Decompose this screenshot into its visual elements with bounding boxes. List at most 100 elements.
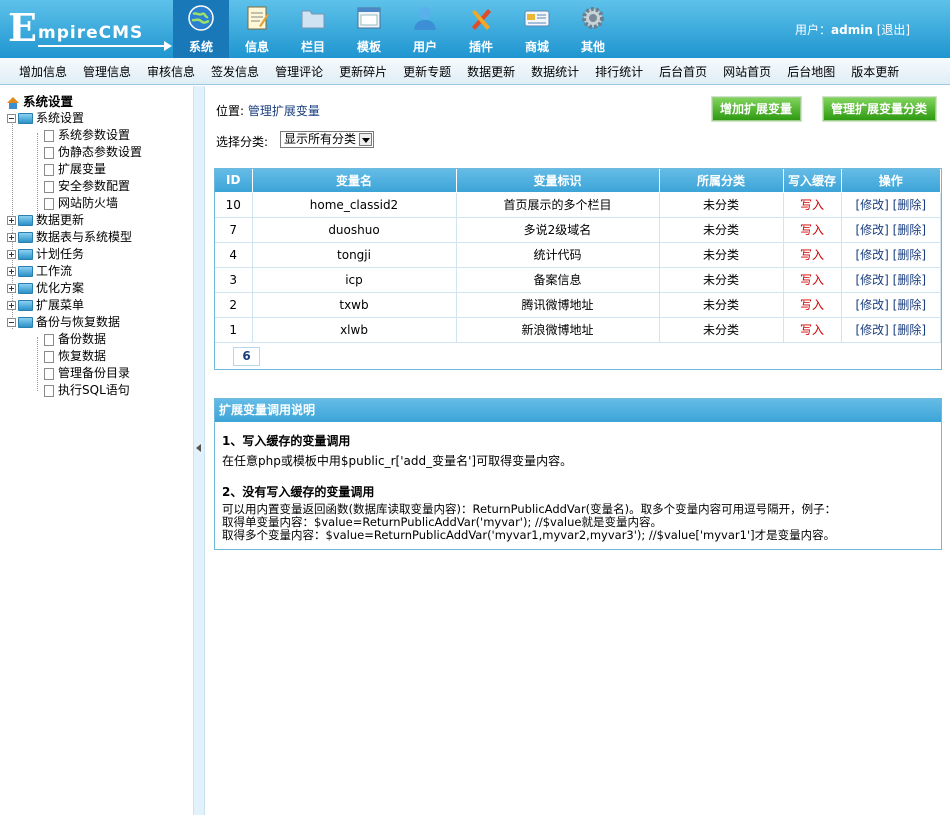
delete-link[interactable]: [删除]	[893, 298, 926, 312]
subnav-data-update[interactable]: 数据更新	[467, 63, 515, 80]
plus-icon[interactable]	[7, 301, 16, 310]
tree-item-sql[interactable]: 执行SQL语句	[7, 382, 193, 399]
delete-link[interactable]: [删除]	[893, 248, 926, 262]
sub-nav: 增加信息 管理信息 审核信息 签发信息 管理评论 更新碎片 更新专题 数据更新 …	[0, 58, 950, 85]
subnav-site-home[interactable]: 网站首页	[723, 63, 771, 80]
page-icon	[44, 333, 54, 346]
tree-item-backup-dir[interactable]: 管理备份目录	[7, 365, 193, 382]
add-variable-button[interactable]: 增加扩展变量	[711, 96, 802, 122]
subnav-add-info[interactable]: 增加信息	[19, 63, 67, 80]
tree-item-backup[interactable]: 备份数据	[7, 331, 193, 348]
nav-system[interactable]: 系统	[173, 0, 229, 58]
edit-link[interactable]: [修改]	[855, 273, 888, 287]
tree-node-system[interactable]: 系统设置	[7, 110, 193, 127]
cell-label: 多说2级域名	[456, 217, 660, 243]
tree-node-optimize[interactable]: 优化方案	[7, 280, 193, 297]
subnav-rank-stats[interactable]: 排行统计	[595, 63, 643, 80]
nav-other[interactable]: 其他	[565, 0, 621, 58]
subnav-admin-map[interactable]: 后台地图	[787, 63, 835, 80]
tree-node-label: 数据表与系统模型	[36, 230, 133, 244]
logo-text: mpireCMS	[38, 23, 144, 43]
tree-item-label: 系统参数设置	[58, 128, 131, 142]
tree-root-label: 系统设置	[23, 94, 74, 109]
user-box: 用户：admin [退出]	[795, 21, 910, 38]
subnav-data-stats[interactable]: 数据统计	[531, 63, 579, 80]
subnav-admin-home[interactable]: 后台首页	[659, 63, 707, 80]
tree-node-label: 优化方案	[36, 281, 85, 295]
tree-item-restore[interactable]: 恢复数据	[7, 348, 193, 365]
tree-node-ext-menu[interactable]: 扩展菜单	[7, 297, 193, 314]
logo[interactable]: E mpireCMS	[8, 5, 172, 51]
plus-icon[interactable]	[7, 284, 16, 293]
plus-icon[interactable]	[7, 216, 16, 225]
col-cache: 写入缓存	[783, 169, 842, 193]
chevron-down-icon[interactable]	[359, 133, 372, 146]
subnav-update-topic[interactable]: 更新专题	[403, 63, 451, 80]
help-heading-2: 2、没有写入缓存的变量调用	[222, 485, 375, 499]
subnav-manage-info[interactable]: 管理信息	[83, 63, 131, 80]
edit-link[interactable]: [修改]	[855, 323, 888, 337]
tree-node-backup[interactable]: 备份与恢复数据	[7, 314, 193, 331]
category-select-value: 显示所有分类	[284, 132, 357, 146]
subnav-review-info[interactable]: 审核信息	[147, 63, 195, 80]
table-row: 7 duoshuo 多说2级域名 未分类 写入 [修改] [删除]	[215, 217, 941, 243]
tree-node-data-update[interactable]: 数据更新	[7, 212, 193, 229]
delete-link[interactable]: [删除]	[893, 223, 926, 237]
tree-item-system-params[interactable]: 系统参数设置	[7, 127, 193, 144]
collapse-arrow-icon[interactable]	[196, 444, 201, 452]
plus-icon[interactable]	[7, 267, 16, 276]
nav-shop[interactable]: 商城	[509, 0, 565, 58]
cell-name: icp	[252, 267, 457, 293]
nav-info[interactable]: 信息	[229, 0, 285, 58]
manage-category-button[interactable]: 管理扩展变量分类	[822, 96, 937, 122]
category-select[interactable]: 显示所有分类	[280, 131, 374, 148]
subnav-sign-info[interactable]: 签发信息	[211, 63, 259, 80]
tree-node-tables[interactable]: 数据表与系统模型	[7, 229, 193, 246]
minus-icon[interactable]	[7, 114, 16, 123]
folder-icon	[18, 266, 33, 277]
subnav-manage-comment[interactable]: 管理评论	[275, 63, 323, 80]
tree-node-label: 计划任务	[36, 247, 85, 261]
cell-category: 未分类	[659, 192, 784, 218]
edit-link[interactable]: [修改]	[855, 223, 888, 237]
cell-label: 腾讯微博地址	[456, 292, 660, 318]
cell-label: 新浪微博地址	[456, 317, 660, 343]
delete-link[interactable]: [删除]	[893, 323, 926, 337]
minus-icon[interactable]	[7, 318, 16, 327]
tree-node-tasks[interactable]: 计划任务	[7, 246, 193, 263]
filter-label: 选择分类:	[216, 135, 269, 149]
table-row: 1 xlwb 新浪微博地址 未分类 写入 [修改] [删除]	[215, 317, 941, 343]
tree-item-rewrite-params[interactable]: 伪静态参数设置	[7, 144, 193, 161]
subnav-update-fragment[interactable]: 更新碎片	[339, 63, 387, 80]
plus-icon[interactable]	[7, 233, 16, 242]
logout-link[interactable]: [退出]	[877, 23, 910, 37]
globe-icon	[188, 5, 214, 31]
breadcrumb-link[interactable]: 管理扩展变量	[248, 104, 320, 118]
tree-item-security[interactable]: 安全参数配置	[7, 178, 193, 195]
tree-node-workflow[interactable]: 工作流	[7, 263, 193, 280]
tree-root[interactable]: 系统设置	[7, 93, 193, 110]
nav-label: 栏目	[300, 40, 325, 54]
cell-category: 未分类	[659, 317, 784, 343]
delete-link[interactable]: [删除]	[893, 198, 926, 212]
subnav-version-update[interactable]: 版本更新	[851, 63, 899, 80]
folder-icon	[18, 249, 33, 260]
user-label: 用户：	[795, 23, 832, 37]
sidebar-splitter[interactable]	[194, 86, 205, 815]
tree-item-ext-vars[interactable]: 扩展变量	[7, 161, 193, 178]
edit-link[interactable]: [修改]	[855, 298, 888, 312]
nav-column[interactable]: 栏目	[285, 0, 341, 58]
nav-plugin[interactable]: 插件	[453, 0, 509, 58]
help-title: 扩展变量调用说明	[215, 399, 941, 422]
table-row: 4 tongji 统计代码 未分类 写入 [修改] [删除]	[215, 242, 941, 268]
delete-link[interactable]: [删除]	[893, 273, 926, 287]
tree-item-firewall[interactable]: 网站防火墙	[7, 195, 193, 212]
nav-user[interactable]: 用户	[397, 0, 453, 58]
edit-link[interactable]: [修改]	[855, 248, 888, 262]
nav-template[interactable]: 模板	[341, 0, 397, 58]
cell-id: 1	[215, 317, 253, 343]
edit-link[interactable]: [修改]	[855, 198, 888, 212]
plus-icon[interactable]	[7, 250, 16, 259]
logo-initial: E	[8, 5, 37, 50]
folder-icon	[301, 10, 325, 29]
